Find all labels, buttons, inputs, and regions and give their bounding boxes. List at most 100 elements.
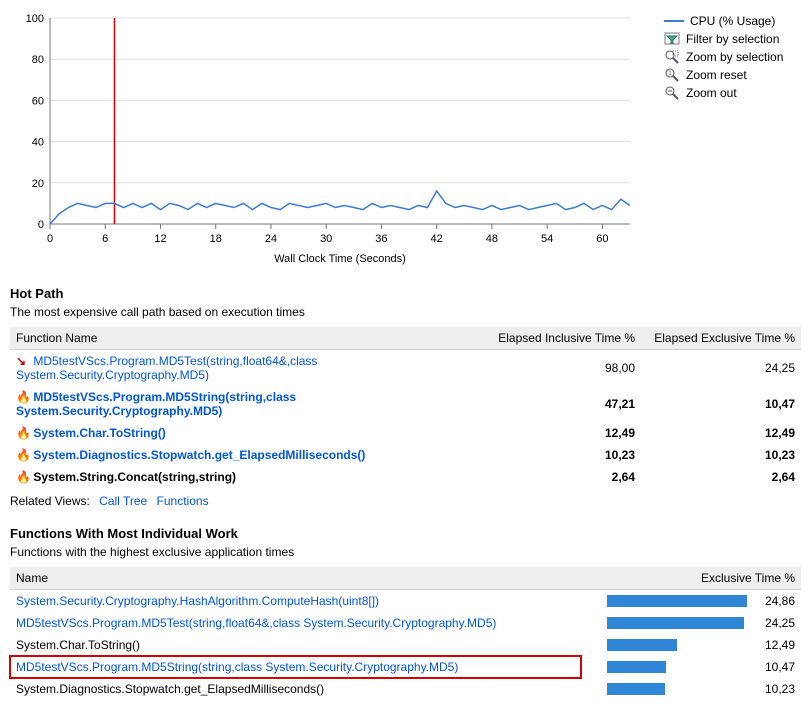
function-name[interactable]: MD5testVScs.Program.MD5Test(string,float…: [16, 354, 317, 382]
legend-line-icon: [664, 20, 684, 22]
svg-text:60: 60: [32, 95, 44, 107]
inclusive-value: 12,49: [481, 422, 641, 444]
exclusive-value: 24,25: [641, 350, 801, 387]
table-row[interactable]: 🔥 System.Char.ToString() 12,4912,49: [10, 422, 801, 444]
exclusive-value: 24,25: [755, 616, 795, 630]
zoom-by-selection[interactable]: Zoom by selection: [664, 48, 783, 66]
svg-text:60: 60: [596, 233, 608, 245]
table-row[interactable]: 🔥 MD5testVScs.Program.MD5String(string,c…: [10, 386, 801, 422]
inclusive-value: 98,00: [481, 350, 641, 387]
chart-legend: CPU (% Usage) Filter by selection Zoom b…: [658, 8, 789, 268]
svg-text:18: 18: [210, 233, 222, 245]
zoom-out-label: Zoom out: [686, 86, 737, 100]
hot-path-subtitle: The most expensive call path based on ex…: [10, 305, 801, 319]
exclusive-value: 12,49: [641, 422, 801, 444]
col-function-name[interactable]: Function Name: [10, 327, 481, 350]
bar-track: [607, 595, 747, 607]
table-row[interactable]: MD5testVScs.Program.MD5String(string,cla…: [10, 656, 801, 678]
svg-text:0: 0: [47, 233, 53, 245]
flame-icon: 🔥: [16, 426, 30, 440]
function-name: System.Char.ToString(): [16, 638, 140, 652]
table-row[interactable]: System.Char.ToString() 12,49: [10, 634, 801, 656]
svg-text:48: 48: [486, 233, 498, 245]
legend-cpu-label: CPU (% Usage): [690, 14, 775, 28]
flame-icon: 🔥: [16, 448, 30, 462]
svg-text:0: 0: [38, 219, 44, 231]
exclusive-value: 24,86: [755, 594, 795, 608]
svg-text:12: 12: [154, 233, 166, 245]
table-row[interactable]: MD5testVScs.Program.MD5Test(string,float…: [10, 612, 801, 634]
table-row[interactable]: System.Diagnostics.Stopwatch.get_Elapsed…: [10, 678, 801, 700]
function-name[interactable]: MD5testVScs.Program.MD5String(string,cla…: [16, 660, 458, 674]
related-label: Related Views:: [10, 494, 90, 508]
filter-icon: [664, 31, 680, 47]
col-inclusive[interactable]: Elapsed Inclusive Time %: [481, 327, 641, 350]
function-name[interactable]: MD5testVScs.Program.MD5Test(string,float…: [16, 616, 496, 630]
zoom-reset[interactable]: 1 Zoom reset: [664, 66, 783, 84]
bar-fill: [607, 683, 665, 695]
svg-text:100: 100: [26, 13, 44, 25]
link-functions[interactable]: Functions: [157, 494, 209, 508]
legend-cpu: CPU (% Usage): [664, 12, 783, 30]
bar-fill: [607, 661, 666, 673]
hot-path-table: Function Name Elapsed Inclusive Time % E…: [10, 327, 801, 488]
exclusive-value: 10,47: [641, 386, 801, 422]
col-excl-time[interactable]: Exclusive Time %: [581, 567, 801, 590]
zoom-sel-label: Zoom by selection: [686, 50, 783, 64]
bar-track: [607, 639, 747, 651]
function-name[interactable]: System.Security.Cryptography.HashAlgorit…: [16, 594, 379, 608]
flame-icon: 🔥: [16, 470, 30, 484]
svg-text:20: 20: [32, 178, 44, 190]
exclusive-value: 12,49: [755, 638, 795, 652]
bar-track: [607, 683, 747, 695]
zoom-out[interactable]: Zoom out: [664, 84, 783, 102]
svg-text:40: 40: [32, 137, 44, 149]
exclusive-value: 10,47: [755, 660, 795, 674]
zoom-reset-label: Zoom reset: [686, 68, 747, 82]
table-row[interactable]: 🔥 System.String.Concat(string,string) 2,6…: [10, 466, 801, 488]
bar-fill: [607, 617, 744, 629]
table-row[interactable]: 🔥 System.Diagnostics.Stopwatch.get_Elaps…: [10, 444, 801, 466]
exclusive-value: 10,23: [641, 444, 801, 466]
function-name: System.Diagnostics.Stopwatch.get_Elapsed…: [16, 682, 324, 696]
zoom-selection-icon: [664, 49, 680, 65]
exclusive-value: 10,23: [755, 682, 795, 696]
svg-text:Wall Clock Time (Seconds): Wall Clock Time (Seconds): [274, 253, 406, 265]
bar-fill: [607, 595, 747, 607]
flame-icon: 🔥: [16, 390, 30, 404]
svg-text:30: 30: [320, 233, 332, 245]
funcwork-subtitle: Functions with the highest exclusive app…: [10, 545, 801, 559]
svg-text:24: 24: [265, 233, 277, 245]
inclusive-value: 2,64: [481, 466, 641, 488]
function-name: System.String.Concat(string,string): [33, 470, 236, 484]
function-name[interactable]: MD5testVScs.Program.MD5String(string,cla…: [16, 390, 296, 418]
zoom-reset-icon: 1: [664, 67, 680, 83]
inclusive-value: 47,21: [481, 386, 641, 422]
path-arrow-icon: ↘: [16, 354, 30, 368]
col-exclusive[interactable]: Elapsed Exclusive Time %: [641, 327, 801, 350]
filter-by-selection[interactable]: Filter by selection: [664, 30, 783, 48]
bar-fill: [607, 639, 677, 651]
filter-label: Filter by selection: [686, 32, 779, 46]
exclusive-value: 2,64: [641, 466, 801, 488]
related-views: Related Views: Call Tree Functions: [10, 494, 801, 508]
svg-text:54: 54: [541, 233, 553, 245]
zoom-out-icon: [664, 85, 680, 101]
svg-text:36: 36: [375, 233, 387, 245]
funcwork-table: Name Exclusive Time % System.Security.Cr…: [10, 567, 801, 700]
bar-track: [607, 617, 747, 629]
bar-track: [607, 661, 747, 673]
function-name[interactable]: System.Diagnostics.Stopwatch.get_Elapsed…: [33, 448, 365, 462]
inclusive-value: 10,23: [481, 444, 641, 466]
svg-text:80: 80: [32, 54, 44, 66]
svg-text:42: 42: [431, 233, 443, 245]
link-call-tree[interactable]: Call Tree: [99, 494, 147, 508]
cpu-usage-chart[interactable]: 0 20 40 60 80 100 0 6 12 18 24 30 36 42 48 54 60 Wall Clo…: [10, 8, 640, 268]
hot-path-title: Hot Path: [10, 286, 801, 301]
function-name[interactable]: System.Char.ToString(): [33, 426, 165, 440]
funcwork-title: Functions With Most Individual Work: [10, 526, 801, 541]
svg-text:6: 6: [102, 233, 108, 245]
col-name[interactable]: Name: [10, 567, 581, 590]
table-row[interactable]: System.Security.Cryptography.HashAlgorit…: [10, 590, 801, 613]
table-row[interactable]: ↘ MD5testVScs.Program.MD5Test(string,flo…: [10, 350, 801, 387]
